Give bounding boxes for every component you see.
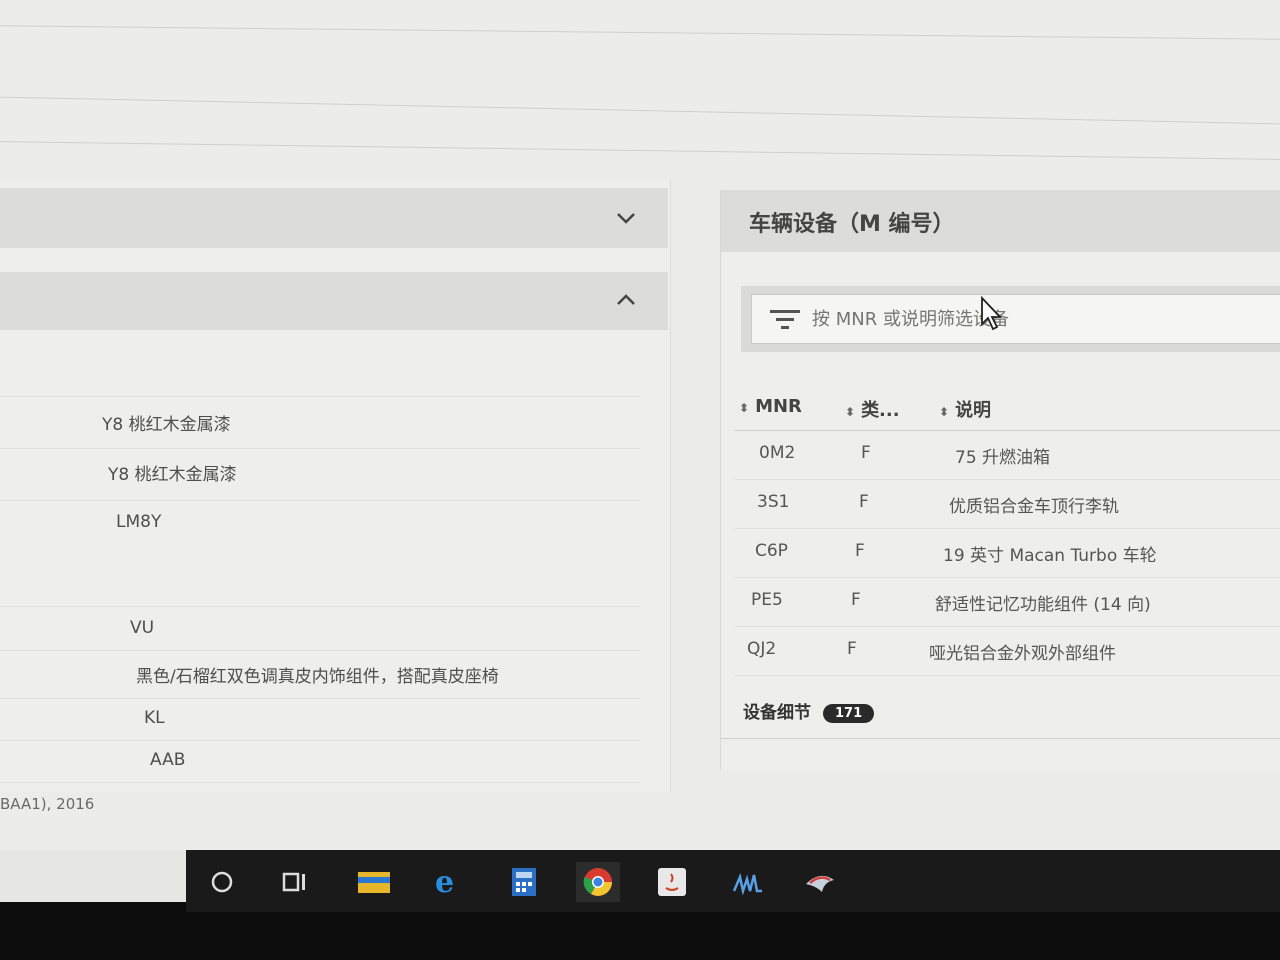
description-cell: 哑光铝合金外观外部组件 bbox=[929, 644, 1116, 664]
table-row[interactable]: 3S1 F 优质铝合金车顶行李轨 bbox=[735, 480, 1280, 529]
interior-code: VU bbox=[130, 618, 155, 638]
type-cell: F bbox=[851, 590, 861, 610]
divider bbox=[0, 25, 1280, 40]
type-cell: F bbox=[861, 443, 871, 463]
list-item: Y8 桃红木金属漆 bbox=[0, 396, 640, 449]
search-bar bbox=[741, 286, 1280, 352]
column-header-mnr[interactable]: ⬍ MNR bbox=[739, 396, 802, 417]
column-header-type[interactable]: ⬍ 类... bbox=[845, 396, 900, 422]
type-cell: F bbox=[859, 492, 869, 512]
description-cell: 19 英寸 Macan Turbo 车轮 bbox=[943, 546, 1157, 566]
table-row[interactable]: 0M2 F 75 升燃油箱 bbox=[735, 431, 1280, 480]
app2-icon[interactable] bbox=[798, 862, 842, 902]
sort-icon[interactable]: ⬍ bbox=[845, 405, 855, 419]
app-icon[interactable] bbox=[726, 862, 770, 902]
list-item bbox=[0, 360, 640, 397]
svg-text:e: e bbox=[435, 866, 454, 898]
list-item: Y8 桃红木金属漆 bbox=[0, 448, 640, 501]
table-row[interactable]: PE5 F 舒适性记忆功能组件 (14 向) bbox=[735, 578, 1280, 627]
taskbar-band: e bbox=[186, 850, 1280, 912]
panel-title: 车辆设备（M 编号） bbox=[749, 212, 955, 237]
count-badge: 171 bbox=[823, 703, 875, 723]
taskbar: e bbox=[0, 850, 1280, 960]
paint-value: Y8 桃红木金属漆 bbox=[102, 415, 231, 435]
chrome-icon[interactable] bbox=[576, 862, 620, 902]
description-cell: 75 升燃油箱 bbox=[955, 448, 1051, 468]
chevron-down-icon[interactable] bbox=[614, 206, 638, 230]
sort-icon[interactable]: ⬍ bbox=[739, 401, 749, 415]
filter-icon bbox=[770, 310, 800, 329]
list-item: 黑色/石榴红双色调真皮内饰组件，搭配真皮座椅 bbox=[0, 650, 640, 699]
divider bbox=[721, 738, 1280, 739]
type-cell: F bbox=[855, 541, 865, 561]
edge-browser-icon[interactable]: e bbox=[426, 862, 470, 902]
list-item: VU bbox=[0, 606, 640, 651]
task-view-icon[interactable] bbox=[274, 862, 318, 902]
divider bbox=[0, 141, 1280, 160]
sort-icon[interactable]: ⬍ bbox=[939, 405, 949, 419]
chevron-up-icon[interactable] bbox=[614, 288, 638, 312]
list-item: LM8Y bbox=[0, 500, 640, 607]
search-circle-icon[interactable] bbox=[200, 862, 244, 902]
filter-field[interactable] bbox=[751, 294, 1280, 344]
vehicle-equipment-panel: 车辆设备（M 编号） ⬍MNR ⬍类... ⬍说明 0M2 F 75 升燃油箱 … bbox=[720, 190, 1280, 770]
table-row[interactable]: QJ2 F 哑光铝合金外观外部组件 bbox=[735, 627, 1280, 676]
column-header-description[interactable]: ⬍ 说明 bbox=[939, 396, 991, 422]
mnr-cell: QJ2 bbox=[747, 639, 777, 659]
accordion-collapsed[interactable] bbox=[0, 188, 668, 248]
java-icon[interactable] bbox=[650, 862, 694, 902]
panel-header: 车辆设备（M 编号） bbox=[721, 190, 1280, 252]
list-item: AAB bbox=[0, 740, 640, 783]
mnr-cell: 0M2 bbox=[759, 443, 796, 463]
interior-description: 黑色/石榴红双色调真皮内饰组件，搭配真皮座椅 bbox=[136, 667, 499, 687]
vehicle-config-panel: Y8 桃红木金属漆 Y8 桃红木金属漆 LM8Y VU 黑色/石榴红双色调真皮内… bbox=[0, 180, 671, 792]
mouse-cursor-icon bbox=[981, 296, 1003, 331]
mnr-cell: PE5 bbox=[751, 590, 783, 610]
mnr-cell: C6P bbox=[755, 541, 788, 561]
paint-code: LM8Y bbox=[116, 512, 162, 532]
taskbar-gap bbox=[0, 850, 186, 902]
description-cell: 优质铝合金车顶行李轨 bbox=[949, 497, 1119, 517]
divider bbox=[0, 96, 1280, 125]
option-code: AAB bbox=[150, 750, 186, 770]
footer-note: BAA1), 2016 bbox=[0, 795, 95, 813]
filter-input[interactable] bbox=[810, 303, 1254, 335]
option-code: KL bbox=[144, 708, 165, 728]
type-cell: F bbox=[847, 639, 857, 659]
paint-value: Y8 桃红木金属漆 bbox=[108, 465, 237, 485]
calculator-icon[interactable] bbox=[502, 862, 546, 902]
accordion-expanded[interactable] bbox=[0, 272, 668, 330]
description-cell: 舒适性记忆功能组件 (14 向) bbox=[935, 595, 1151, 615]
mnr-cell: 3S1 bbox=[757, 492, 790, 512]
list-item: KL bbox=[0, 698, 640, 741]
equipment-details-link[interactable]: 设备细节 171 bbox=[743, 698, 875, 723]
table-row[interactable]: C6P F 19 英寸 Macan Turbo 车轮 bbox=[735, 529, 1280, 578]
file-explorer-icon[interactable] bbox=[352, 862, 396, 902]
